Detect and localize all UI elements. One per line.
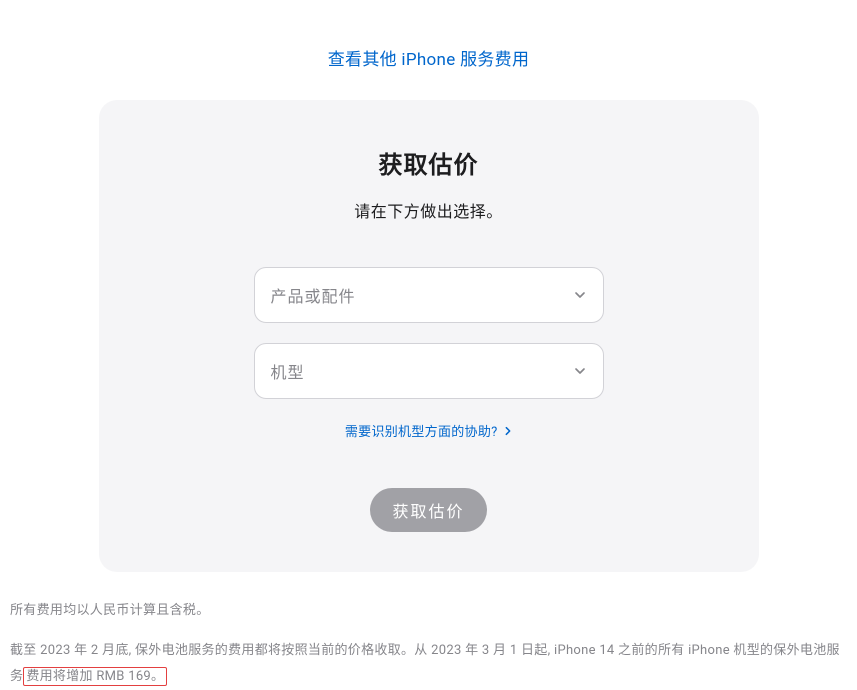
card-subtitle: 请在下方做出选择。: [139, 198, 719, 222]
product-select-wrap: 产品或配件: [254, 267, 604, 323]
card-title: 获取估价: [139, 145, 719, 180]
footer-highlight: 费用将增加 RMB 169。: [23, 667, 167, 686]
footer-line-2: 截至 2023 年 2 月底, 保外电池服务的费用都将按照当前的价格收取。从 2…: [10, 638, 847, 690]
model-select-placeholder: 机型: [271, 359, 305, 383]
help-link-row: 需要识别机型方面的协助?: [139, 421, 719, 440]
estimate-card: 获取估价 请在下方做出选择。 产品或配件 机型 需要识别机型方面的协助?: [99, 100, 759, 572]
help-link-text: 需要识别机型方面的协助?: [345, 425, 498, 440]
footer-line-1: 所有费用均以人民币计算且含税。: [10, 598, 847, 624]
footer-notes: 所有费用均以人民币计算且含税。 截至 2023 年 2 月底, 保外电池服务的费…: [10, 572, 847, 690]
product-select[interactable]: 产品或配件: [254, 267, 604, 323]
product-select-placeholder: 产品或配件: [271, 283, 356, 307]
other-services-link[interactable]: 查看其他 iPhone 服务费用: [328, 50, 530, 70]
get-estimate-button[interactable]: 获取估价: [370, 488, 486, 532]
header-link-row: 查看其他 iPhone 服务费用: [10, 45, 847, 70]
chevron-right-icon: [504, 425, 512, 440]
model-select[interactable]: 机型: [254, 343, 604, 399]
model-select-wrap: 机型: [254, 343, 604, 399]
identify-model-help-link[interactable]: 需要识别机型方面的协助?: [345, 425, 512, 440]
